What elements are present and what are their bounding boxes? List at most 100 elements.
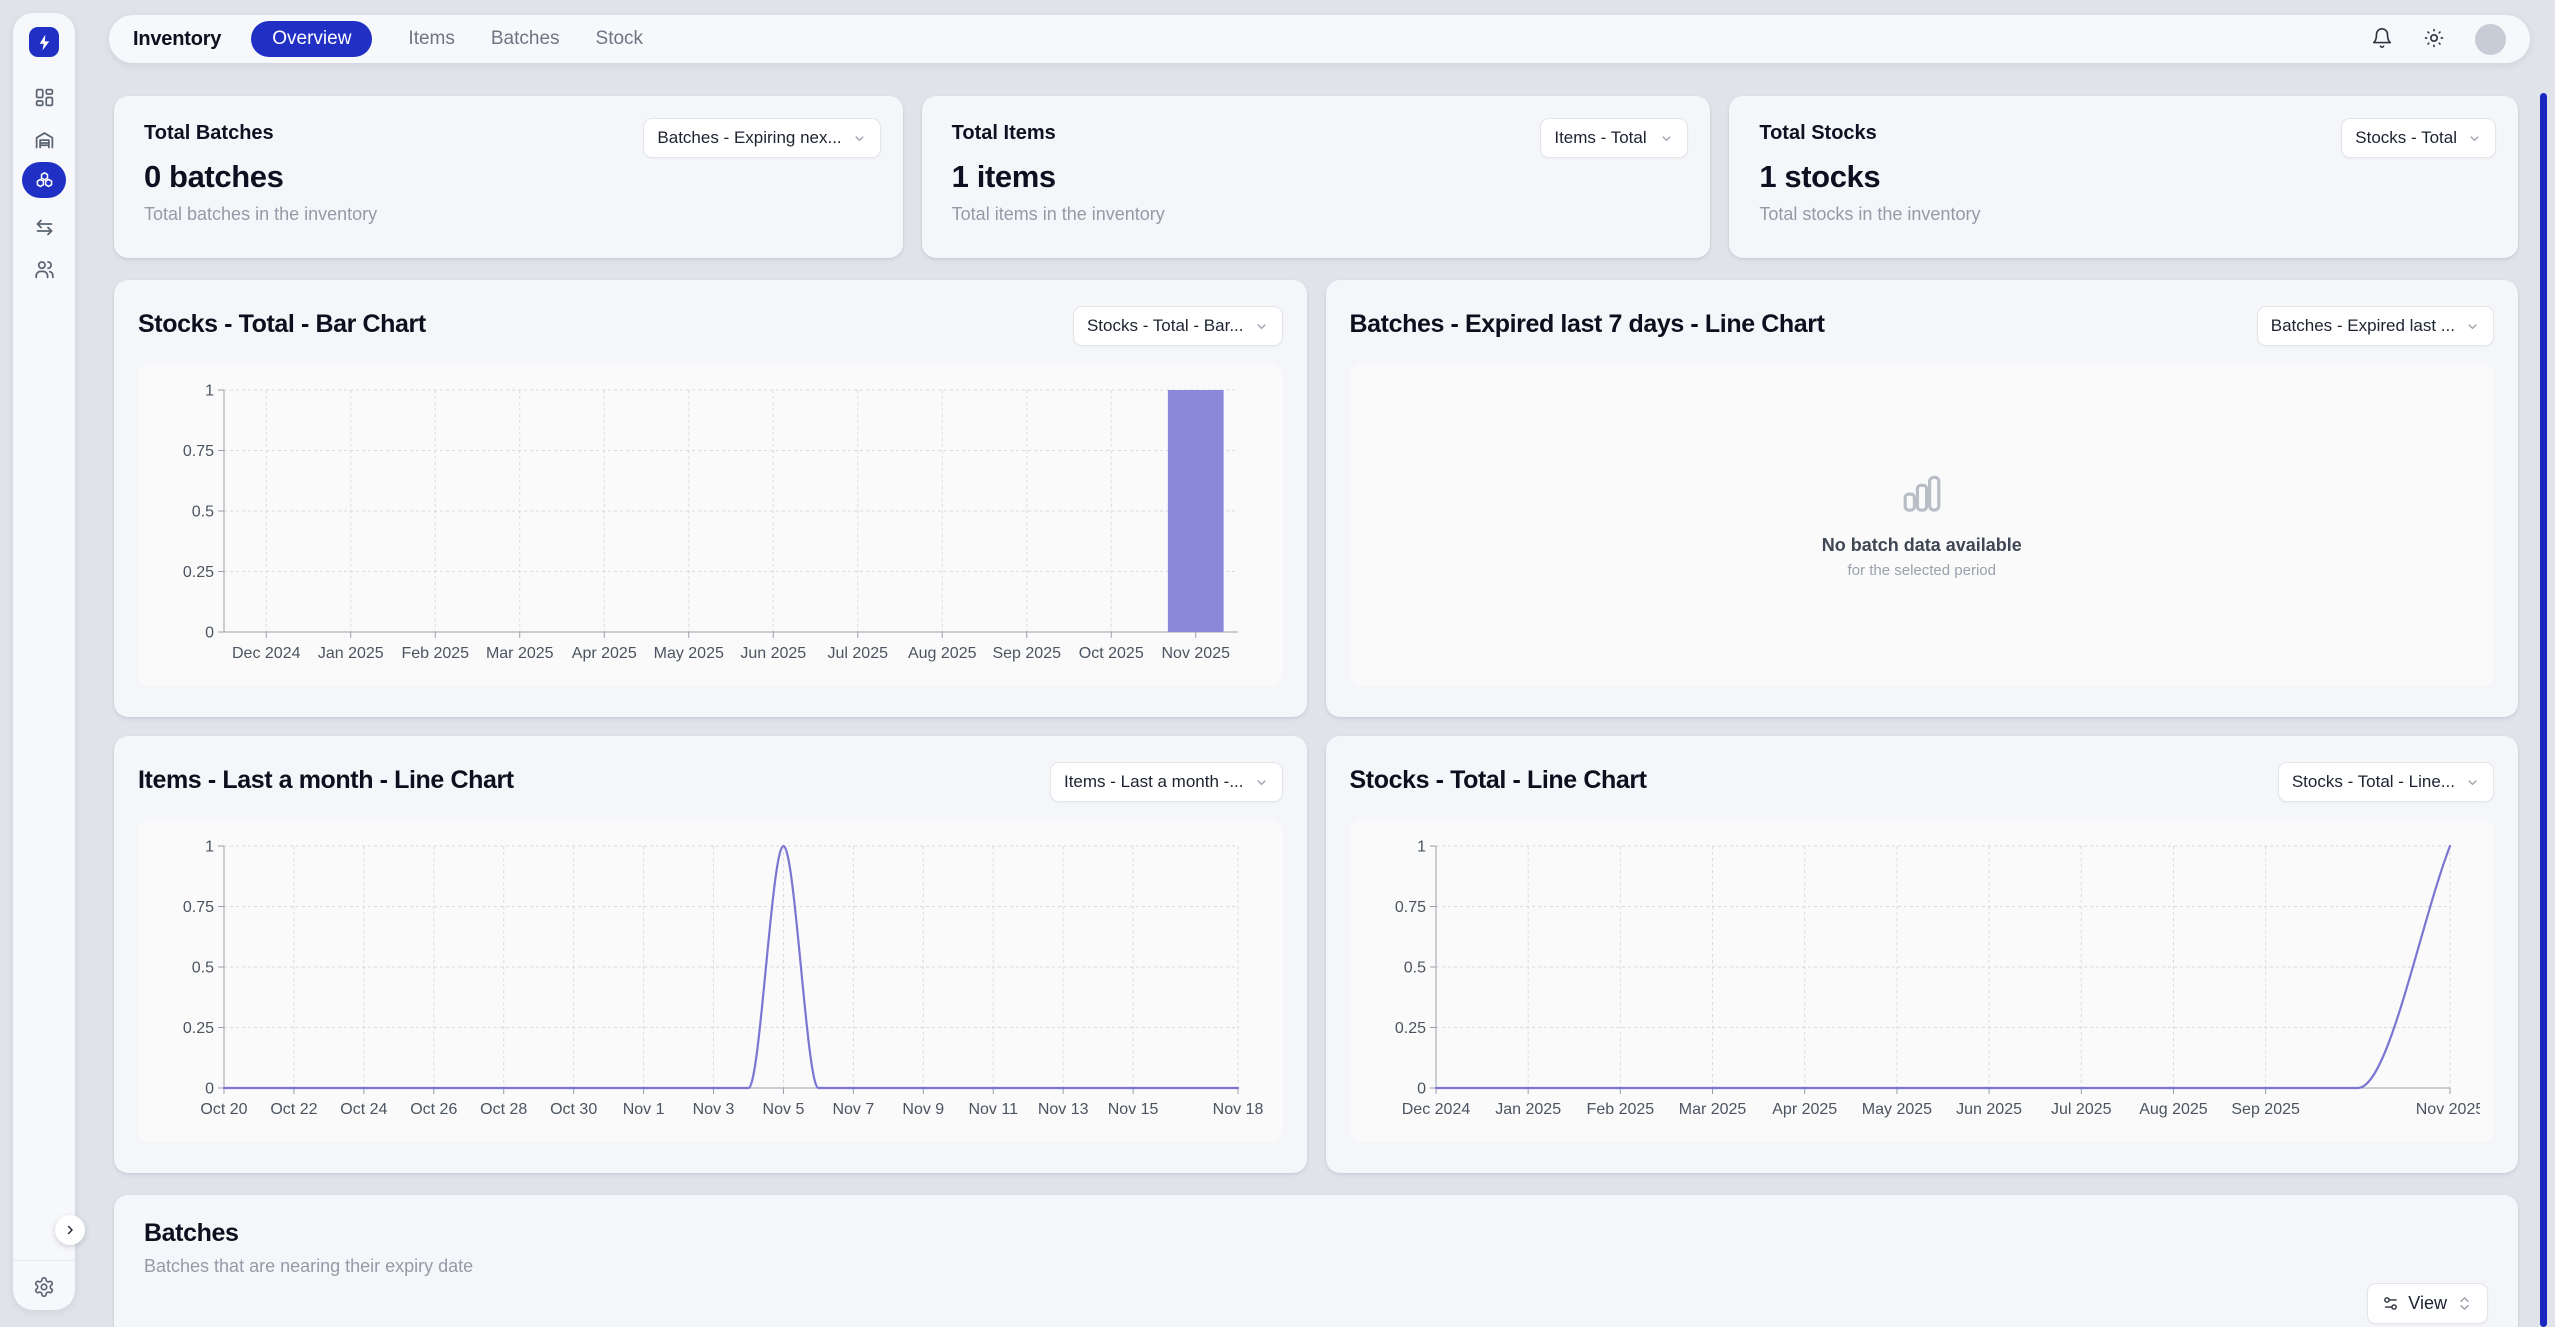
stat-subtitle: Total stocks in the inventory xyxy=(1759,204,2488,225)
batches-toolbar: View xyxy=(144,1283,2488,1324)
chart-filter-label: Items - Last a month -... xyxy=(1064,772,1244,792)
inventory-boxes-icon xyxy=(34,170,55,191)
svg-text:Jul 2025: Jul 2025 xyxy=(2051,1101,2112,1118)
svg-text:Aug 2025: Aug 2025 xyxy=(908,645,977,662)
lightning-bolt-icon xyxy=(35,33,54,52)
svg-text:0: 0 xyxy=(1417,1081,1426,1098)
sidebar-item-dashboard[interactable] xyxy=(25,78,63,116)
app-logo[interactable] xyxy=(29,27,59,57)
topbar: Inventory Overview Items Batches Stock xyxy=(109,15,2530,63)
gear-icon xyxy=(33,1276,55,1298)
chevrons-up-down-icon xyxy=(2456,1295,2473,1312)
stat-subtitle: Total items in the inventory xyxy=(952,204,1681,225)
sidebar-item-transfers[interactable] xyxy=(25,208,63,246)
chevron-down-icon xyxy=(2465,319,2480,334)
stat-value: 1 items xyxy=(952,159,1681,195)
topbar-tabs: Overview Items Batches Stock xyxy=(251,21,643,57)
chart-filter-dropdown[interactable]: Stocks - Total - Bar... xyxy=(1073,306,1283,346)
svg-text:Oct 28: Oct 28 xyxy=(480,1101,527,1118)
vertical-scrollbar[interactable] xyxy=(2540,93,2547,1327)
notifications-button[interactable] xyxy=(2371,27,2395,51)
sidebar-item-users[interactable] xyxy=(25,250,63,288)
items-last-month-line-chart: 00.250.50.751Oct 20Oct 22Oct 24Oct 26Oct… xyxy=(148,832,1268,1132)
stat-filter-dropdown[interactable]: Items - Total xyxy=(1540,118,1688,158)
svg-text:Nov 5: Nov 5 xyxy=(763,1101,805,1118)
svg-text:Jul 2025: Jul 2025 xyxy=(828,645,889,662)
sidebar-item-warehouse[interactable] xyxy=(25,121,63,159)
empty-state-text: No batch data available xyxy=(1822,535,2022,556)
svg-text:0.25: 0.25 xyxy=(183,564,214,581)
svg-text:0: 0 xyxy=(205,1081,214,1098)
svg-text:Mar 2025: Mar 2025 xyxy=(486,645,554,662)
svg-text:0.5: 0.5 xyxy=(1403,960,1425,977)
charts-row-2: Items - Last a month - Line Chart Items … xyxy=(114,736,2518,1173)
sidebar-expand-button[interactable] xyxy=(55,1215,85,1245)
svg-text:Sep 2025: Sep 2025 xyxy=(2231,1101,2300,1118)
svg-text:Jun 2025: Jun 2025 xyxy=(1956,1101,2022,1118)
sidebar xyxy=(13,13,75,1310)
svg-text:1: 1 xyxy=(205,839,214,856)
main-content: Total Batches Batches - Expiring nex... … xyxy=(114,96,2518,1327)
svg-text:Oct 30: Oct 30 xyxy=(550,1101,597,1118)
svg-text:Nov 18: Nov 18 xyxy=(1213,1101,1264,1118)
chart-filter-dropdown[interactable]: Stocks - Total - Line... xyxy=(2278,762,2494,802)
stat-value: 0 batches xyxy=(144,159,873,195)
svg-text:0.25: 0.25 xyxy=(183,1020,214,1037)
stat-filter-dropdown[interactable]: Batches - Expiring nex... xyxy=(643,118,880,158)
stat-card-total-stocks: Total Stocks Stocks - Total 1 stocks Tot… xyxy=(1729,96,2518,258)
svg-text:0.75: 0.75 xyxy=(1394,899,1425,916)
sidebar-item-inventory-active[interactable] xyxy=(22,162,66,198)
batches-panel: Batches Batches that are nearing their e… xyxy=(114,1195,2518,1327)
view-button[interactable]: View xyxy=(2367,1283,2488,1324)
svg-text:Mar 2025: Mar 2025 xyxy=(1678,1101,1746,1118)
svg-text:Nov 15: Nov 15 xyxy=(1108,1101,1159,1118)
svg-text:Nov 13: Nov 13 xyxy=(1038,1101,1089,1118)
stats-row: Total Batches Batches - Expiring nex... … xyxy=(114,96,2518,258)
theme-toggle-button[interactable] xyxy=(2423,27,2447,51)
svg-text:Jan 2025: Jan 2025 xyxy=(318,645,384,662)
stocks-total-line-chart: 00.250.50.751Dec 2024Jan 2025Feb 2025Mar… xyxy=(1360,832,2480,1132)
user-avatar[interactable] xyxy=(2475,24,2506,55)
svg-text:0.25: 0.25 xyxy=(1394,1020,1425,1037)
chart-card-batches-expired: Batches - Expired last 7 days - Line Cha… xyxy=(1326,280,2519,717)
stocks-total-bar-chart: 00.250.50.751Dec 2024Jan 2025Feb 2025Mar… xyxy=(148,376,1268,676)
svg-text:0.75: 0.75 xyxy=(183,443,214,460)
svg-text:Nov 11: Nov 11 xyxy=(968,1101,1018,1118)
svg-text:Nov 3: Nov 3 xyxy=(693,1101,735,1118)
warehouse-icon xyxy=(34,130,55,151)
dashboard-grid-icon xyxy=(34,87,55,108)
svg-text:Oct 24: Oct 24 xyxy=(340,1101,387,1118)
sidebar-settings-button[interactable] xyxy=(30,1273,58,1301)
svg-text:Nov 2025: Nov 2025 xyxy=(1162,645,1231,662)
users-icon xyxy=(34,259,55,280)
chart-filter-dropdown[interactable]: Items - Last a month -... xyxy=(1050,762,1283,802)
svg-text:May 2025: May 2025 xyxy=(654,645,724,662)
chevron-down-icon xyxy=(852,131,867,146)
svg-text:1: 1 xyxy=(1417,839,1426,856)
chevron-down-icon xyxy=(2467,131,2482,146)
svg-text:0.5: 0.5 xyxy=(192,504,214,521)
svg-text:May 2025: May 2025 xyxy=(1861,1101,1931,1118)
tab-stock[interactable]: Stock xyxy=(596,28,644,50)
tab-batches[interactable]: Batches xyxy=(491,28,560,50)
chart-card-items-month: Items - Last a month - Line Chart Items … xyxy=(114,736,1307,1173)
svg-text:Jun 2025: Jun 2025 xyxy=(740,645,806,662)
chart-filter-label: Stocks - Total - Line... xyxy=(2292,772,2455,792)
chart-filter-label: Batches - Expired last ... xyxy=(2271,316,2455,336)
chart-filter-dropdown[interactable]: Batches - Expired last ... xyxy=(2257,306,2494,346)
tab-overview[interactable]: Overview xyxy=(251,21,372,57)
svg-text:Sep 2025: Sep 2025 xyxy=(992,645,1061,662)
stat-subtitle: Total batches in the inventory xyxy=(144,204,873,225)
svg-text:Jan 2025: Jan 2025 xyxy=(1495,1101,1561,1118)
svg-text:Dec 2024: Dec 2024 xyxy=(1401,1101,1470,1118)
stat-card-total-batches: Total Batches Batches - Expiring nex... … xyxy=(114,96,903,258)
batches-panel-title: Batches xyxy=(144,1219,2488,1248)
tab-items[interactable]: Items xyxy=(408,28,454,50)
bar-chart-plot: 00.250.50.751Dec 2024Jan 2025Feb 2025Mar… xyxy=(138,364,1283,686)
svg-text:Oct 2025: Oct 2025 xyxy=(1079,645,1144,662)
stat-filter-dropdown[interactable]: Stocks - Total xyxy=(2341,118,2496,158)
svg-text:0.75: 0.75 xyxy=(183,899,214,916)
chart-card-stocks-line: Stocks - Total - Line Chart Stocks - Tot… xyxy=(1326,736,2519,1173)
svg-text:Feb 2025: Feb 2025 xyxy=(401,645,469,662)
svg-text:Nov 1: Nov 1 xyxy=(623,1101,665,1118)
